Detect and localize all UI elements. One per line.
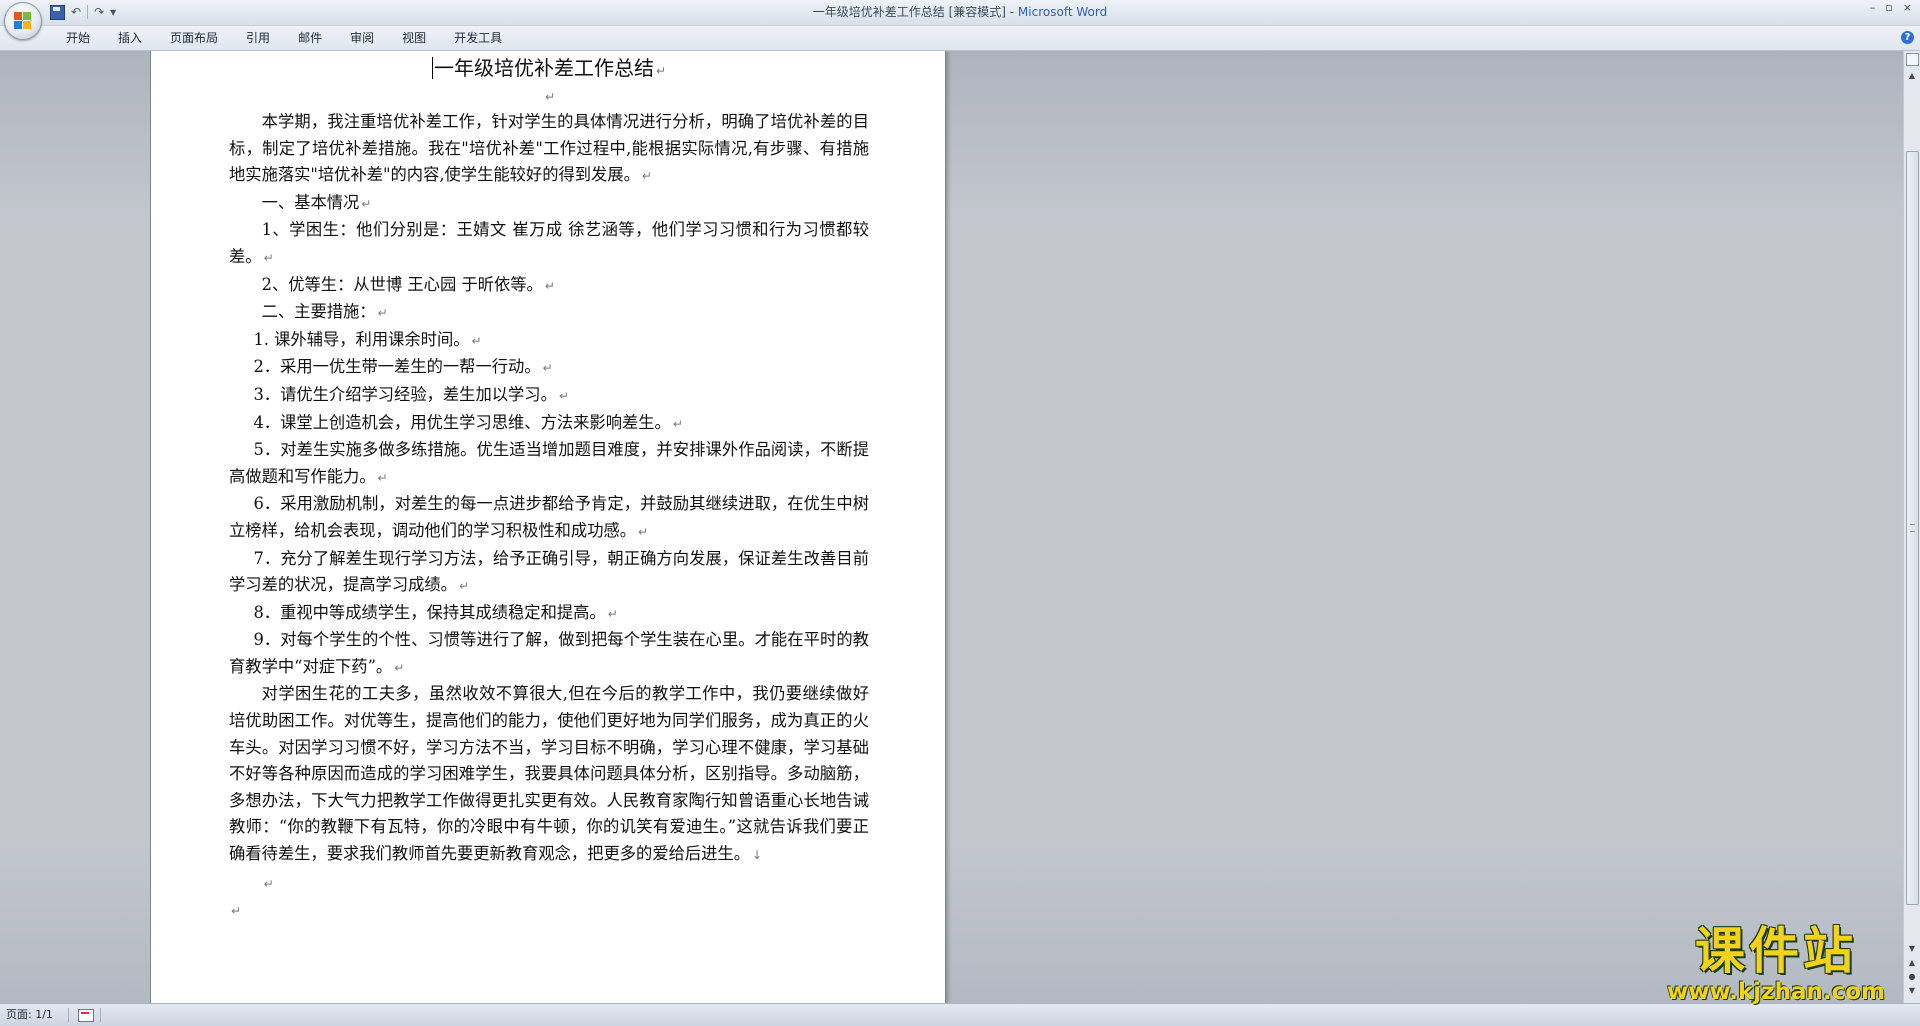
status-divider	[100, 1008, 101, 1022]
measure-item: 5．对差生实施多做多练措施。优生适当增加题目难度，并安排课外作品阅读，不断提高做…	[229, 440, 869, 486]
view-ruler-icon[interactable]	[1906, 53, 1919, 66]
empty-paragraph: ↵	[263, 876, 274, 891]
tab-references[interactable]: 引用	[232, 26, 284, 50]
close-button[interactable]: ×	[1903, 2, 1912, 14]
measure-item: 2．采用一优生带一差生的一帮一行动。 ↵	[253, 357, 553, 377]
heading-main-measures: 二、主要措施： ↵	[261, 302, 388, 322]
document-title: 一年级培优补差工作总结 ↵	[431, 56, 667, 80]
top-students-paragraph: 2、优等生：从世博 王心园 于昕依等。 ↵	[261, 274, 555, 294]
help-icon[interactable]: ?	[1901, 31, 1914, 44]
app-name: Microsoft Word	[1017, 5, 1108, 19]
scroll-up-icon[interactable]: ▲	[1904, 69, 1920, 83]
paragraph-mark: ↵	[655, 64, 667, 78]
window-title: 一年级培优补差工作总结 [兼容模式] - Microsoft Word	[0, 0, 1920, 25]
next-page-icon[interactable]: ▼	[1904, 985, 1920, 997]
measure-item: 3．请优生介绍学习经验，差生加以学习。 ↵	[253, 384, 569, 404]
tab-developer[interactable]: 开发工具	[440, 26, 516, 50]
restore-button[interactable]: ▫	[1885, 2, 1892, 14]
minimize-button[interactable]: –	[1870, 2, 1876, 14]
ribbon-tab-bar: 开始 插入 页面布局 引用 邮件 审阅 视图 开发工具 ?	[0, 26, 1920, 51]
document-body[interactable]: 一年级培优补差工作总结 ↵ ↵ 本学期，我注重培优补差工作，针对学生的具体情况进行…	[229, 55, 869, 923]
site-watermark: 课件站 www.kjzhan.com	[1660, 922, 1892, 1005]
browse-object-icon[interactable]: ●	[1904, 971, 1920, 983]
tab-insert[interactable]: 插入	[104, 26, 156, 50]
measure-item: 1. 课外辅导，利用课余时间。 ↵	[253, 329, 482, 349]
scroll-down-icon[interactable]: ▼	[1904, 943, 1920, 955]
status-divider	[68, 1008, 69, 1022]
proofing-status-icon[interactable]	[78, 1009, 94, 1022]
tab-review[interactable]: 审阅	[336, 26, 388, 50]
previous-page-icon[interactable]: ▲	[1904, 957, 1920, 969]
window-controls: – ▫ ×	[1870, 2, 1912, 14]
measure-item: 9．对每个学生的个性、习惯等进行了解，做到把每个学生装在心里。才能在平时的教育教…	[229, 630, 869, 676]
intro-paragraph: 本学期，我注重培优补差工作，针对学生的具体情况进行分析，明确了培优补差的目标，制…	[229, 112, 869, 185]
measure-item: 7．充分了解差生现行学习方法，给予正确引导，朝正确方向发展，保证差生改善目前学习…	[229, 548, 869, 595]
struggling-students-paragraph: 1、学困生：他们分别是：王婧文 崔万成 徐艺涵等，他们学习习惯和行为习惯都较差。…	[229, 220, 869, 266]
document-page[interactable]: 一年级培优补差工作总结 ↵ ↵ 本学期，我注重培优补差工作，针对学生的具体情况进行…	[151, 51, 945, 1003]
scroll-grip-icon	[1910, 524, 1915, 532]
tab-page-layout[interactable]: 页面布局	[156, 26, 232, 50]
vertical-scrollbar[interactable]: ▲ ▼ ▲ ● ▼	[1903, 51, 1920, 1003]
text-cursor	[431, 57, 433, 79]
measure-item: 4．课堂上创造机会，用优生学习思维、方法来影响差生。 ↵	[253, 412, 683, 432]
measure-item: 8．重视中等成绩学生，保持其成绩稳定和提高。 ↵	[253, 602, 618, 622]
office-logo-icon	[14, 12, 32, 30]
title-bar: ↶ ↷ ▾ 一年级培优补差工作总结 [兼容模式] - Microsoft Wor…	[0, 0, 1920, 26]
scrollbar-thumb[interactable]	[1906, 151, 1919, 905]
tab-home[interactable]: 开始	[52, 26, 104, 50]
document-workspace: 一年级培优补差工作总结 ↵ ↵ 本学期，我注重培优补差工作，针对学生的具体情况进行…	[0, 51, 1904, 1003]
office-button[interactable]	[4, 2, 42, 40]
page-count-status[interactable]: 页面: 1/1	[6, 1004, 53, 1026]
tab-mailings[interactable]: 邮件	[284, 26, 336, 50]
watermark-logo-text: 课件站	[1695, 922, 1857, 980]
measure-item: 6．采用激励机制，对差生的每一点进步都给予肯定，并鼓励其继续进取，在优生中树立榜…	[229, 494, 869, 540]
status-bar: 页面: 1/1	[0, 1003, 1920, 1026]
document-window-title: 一年级培优补差工作总结 [兼容模式] -	[812, 5, 1018, 19]
empty-paragraph: ↵	[231, 903, 242, 918]
empty-paragraph: ↵	[544, 90, 556, 104]
conclusion-paragraph: 对学困生花的工夫多，虽然收效不算很大,但在今后的教学工作中，我仍要继续做好培优助…	[229, 684, 869, 864]
ribbon-tabs: 开始 插入 页面布局 引用 邮件 审阅 视图 开发工具	[52, 26, 516, 50]
manual-line-break-mark: ↓	[752, 848, 763, 863]
heading-basic-situation: 一、基本情况 ↵	[261, 192, 372, 212]
watermark-url: www.kjzhan.com	[1667, 979, 1885, 1005]
tab-view[interactable]: 视图	[388, 26, 440, 50]
